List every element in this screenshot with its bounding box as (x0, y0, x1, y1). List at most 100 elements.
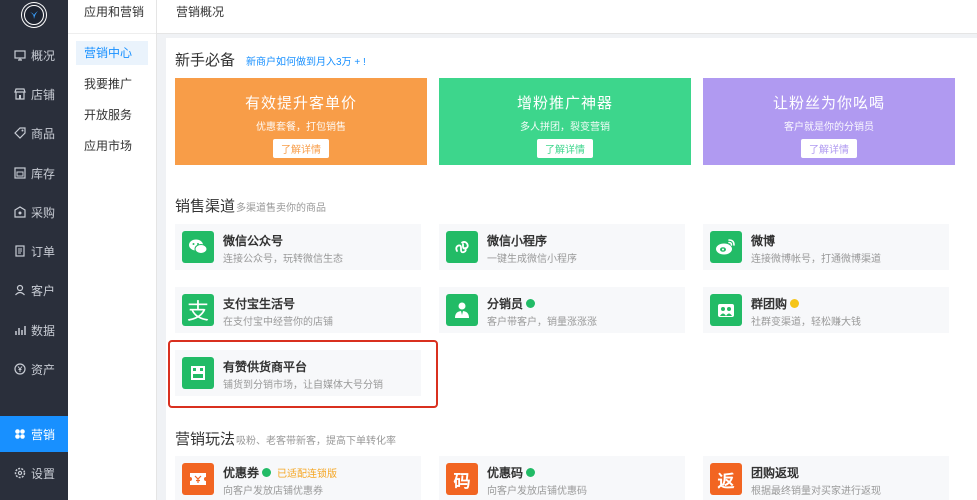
card-coupon[interactable]: 优惠券 已适配连锁版 向客户发放店铺优惠券 (175, 456, 421, 500)
supplier-icon (182, 357, 214, 389)
inventory-icon (14, 167, 26, 179)
nav-item-inventory[interactable]: 库存 (0, 155, 68, 191)
nav-item-label: 订单 (31, 244, 56, 259)
nav-item-label: 概况 (31, 48, 56, 63)
card-wechat-miniprogram[interactable]: 微信小程序 一键生成微信小程序 (439, 224, 685, 270)
logo[interactable] (22, 3, 46, 27)
nav-item-assets[interactable]: 资产 (0, 351, 68, 387)
nav-item-label: 客户 (31, 283, 56, 298)
card-title: 分销员 (487, 297, 524, 311)
wechat-icon (182, 231, 214, 263)
card-weibo[interactable]: 微博 连接微博帐号，打通微博渠道 (703, 224, 949, 270)
nav-item-label: 数据 (31, 323, 56, 338)
learn-more-button[interactable]: 了解详情 (537, 139, 593, 158)
card-description: 在支付宝中经营你的店铺 (223, 317, 333, 328)
nav-item-label: 商品 (31, 126, 56, 141)
channels-section-subtitle: 多渠道售卖你的商品 (236, 203, 326, 214)
purchase-icon (14, 206, 26, 218)
group-buy-icon (710, 294, 742, 326)
nav-item-label: 营销 (31, 427, 56, 442)
sidebar-item-app-market[interactable]: 应用市场 (76, 134, 148, 158)
nav-item-orders[interactable]: 订单 (0, 233, 68, 269)
card-title: 微信公众号 (223, 234, 284, 248)
bird-logo-icon (25, 6, 43, 24)
verified-badge-icon (262, 468, 272, 477)
card-group-buy[interactable]: 群团购 社群变渠道，轻松赚大钱 (703, 287, 949, 333)
card-description: 一键生成微信小程序 (487, 254, 577, 265)
banner-title: 让粉丝为你吆喝 (772, 95, 885, 112)
nav-item-label: 设置 (31, 466, 56, 481)
yen-icon (14, 363, 26, 375)
card-description: 向客户发放店铺优惠码 (487, 486, 587, 497)
nav-item-settings[interactable]: 设置 (0, 455, 68, 491)
nav-item-data[interactable]: 数据 (0, 312, 68, 348)
card-title: 优惠券 (223, 466, 260, 480)
promotions-section-subtitle: 吸粉、老客带新客，提高下单转化率 (236, 436, 396, 447)
coupon-icon (182, 463, 214, 495)
weibo-icon (710, 231, 742, 263)
learn-more-button[interactable]: 了解详情 (273, 139, 329, 158)
card-distributor[interactable]: 分销员 客户带客户，销量涨涨涨 (439, 287, 685, 333)
nav-item-purchase[interactable]: 采购 (0, 194, 68, 230)
sidebar-item-marketing-center[interactable]: 营销中心 (76, 41, 148, 65)
card-title: 优惠码 (487, 466, 524, 480)
card-title: 团购返现 (751, 466, 800, 480)
card-promo-code[interactable]: 码 优惠码 向客户发放店铺优惠码 (439, 456, 685, 500)
promotions-section-title: 营销玩法 (175, 431, 236, 448)
newbie-guide-link[interactable]: 新商户如何做到月入3万 + ! (246, 53, 366, 68)
primary-sidebar: 概况 店铺 商品 库存 采购 订单 客户 数据 资产 营销 设置 (0, 0, 68, 500)
card-alipay-life[interactable]: 支 支付宝生活号 在支付宝中经营你的店铺 (175, 287, 421, 333)
secondary-sidebar-title: 应用和营销 (68, 0, 156, 34)
learn-more-button[interactable]: 了解详情 (801, 139, 857, 158)
alipay-icon: 支 (182, 294, 214, 326)
nav-item-overview[interactable]: 概况 (0, 37, 68, 73)
card-description: 根据最终销量对买家进行返现 (751, 486, 881, 497)
card-title: 群团购 (751, 297, 788, 311)
newbie-section-title: 新手必备 (175, 52, 236, 69)
verified-badge-icon (526, 468, 536, 477)
card-description: 连接公众号，玩转微信生态 (223, 254, 343, 265)
banner-title: 有效提升客单价 (244, 95, 357, 112)
secondary-sidebar: 应用和营销 营销中心 我要推广 开放服务 应用市场 (68, 0, 157, 500)
chain-compatible-tag: 已适配连锁版 (277, 469, 338, 480)
card-wechat-official[interactable]: 微信公众号 连接公众号，玩转微信生态 (175, 224, 421, 270)
card-group-cashback[interactable]: 返 团购返现 根据最终销量对买家进行返现 (703, 456, 949, 500)
banner-subtitle: 客户就是你的分销员 (784, 122, 874, 133)
channels-section-title: 销售渠道 (175, 198, 236, 215)
banner-upsell[interactable]: 有效提升客单价 优惠套餐，打包销售 了解详情 (175, 78, 427, 165)
distributor-icon (446, 294, 478, 326)
user-icon (14, 284, 26, 296)
main-panel: 新手必备 新商户如何做到月入3万 + ! 有效提升客单价 优惠套餐，打包销售 了… (166, 38, 977, 500)
sidebar-item-open-services[interactable]: 开放服务 (76, 103, 148, 127)
banner-subtitle: 多人拼团，裂变营销 (520, 122, 610, 133)
tag-icon (14, 127, 26, 139)
banner-title: 增粉推广神器 (516, 95, 613, 112)
card-description: 铺货到分销市场，让自媒体大号分销 (223, 380, 383, 391)
miniprogram-icon (446, 231, 478, 263)
nav-item-label: 库存 (31, 166, 56, 181)
banner-distribution[interactable]: 让粉丝为你吆喝 客户就是你的分销员 了解详情 (703, 78, 955, 165)
marketing-icon (14, 428, 26, 440)
card-title: 有赞供货商平台 (223, 360, 308, 374)
banner-fan-growth[interactable]: 增粉推广神器 多人拼团，裂变营销 了解详情 (439, 78, 691, 165)
card-description: 向客户发放店铺优惠券 (223, 486, 323, 497)
nav-item-marketing[interactable]: 营销 (0, 416, 68, 452)
store-icon (14, 88, 26, 100)
verified-badge-icon (526, 299, 536, 308)
card-description: 客户带客户，销量涨涨涨 (487, 317, 597, 328)
nav-item-store[interactable]: 店铺 (0, 76, 68, 112)
card-title: 微博 (751, 234, 776, 248)
page-title: 营销概况 (176, 5, 225, 19)
cashback-icon: 返 (710, 463, 742, 495)
order-icon (14, 245, 26, 257)
chart-icon (14, 324, 26, 336)
nav-item-customers[interactable]: 客户 (0, 272, 68, 308)
promo-code-icon: 码 (446, 463, 478, 495)
sidebar-item-promote[interactable]: 我要推广 (76, 72, 148, 96)
nav-item-label: 资产 (31, 362, 56, 377)
card-supplier-platform[interactable]: 有赞供货商平台 铺货到分销市场，让自媒体大号分销 (175, 350, 421, 396)
nav-item-products[interactable]: 商品 (0, 115, 68, 151)
card-title: 支付宝生活号 (223, 297, 296, 311)
nav-item-label: 店铺 (31, 87, 56, 102)
card-title: 微信小程序 (487, 234, 548, 248)
